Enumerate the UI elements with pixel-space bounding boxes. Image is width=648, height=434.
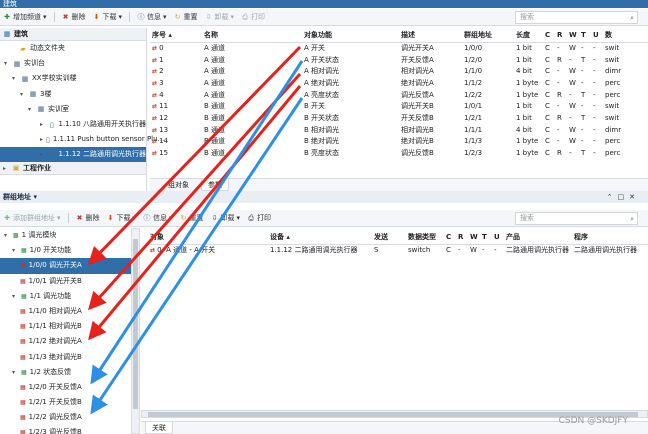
annotation-arrows xyxy=(87,45,304,415)
blue-arrow xyxy=(90,60,304,385)
red-arrow xyxy=(87,72,302,311)
blue-arrow xyxy=(90,97,304,415)
red-arrow xyxy=(88,85,302,341)
red-arrow xyxy=(87,45,302,266)
